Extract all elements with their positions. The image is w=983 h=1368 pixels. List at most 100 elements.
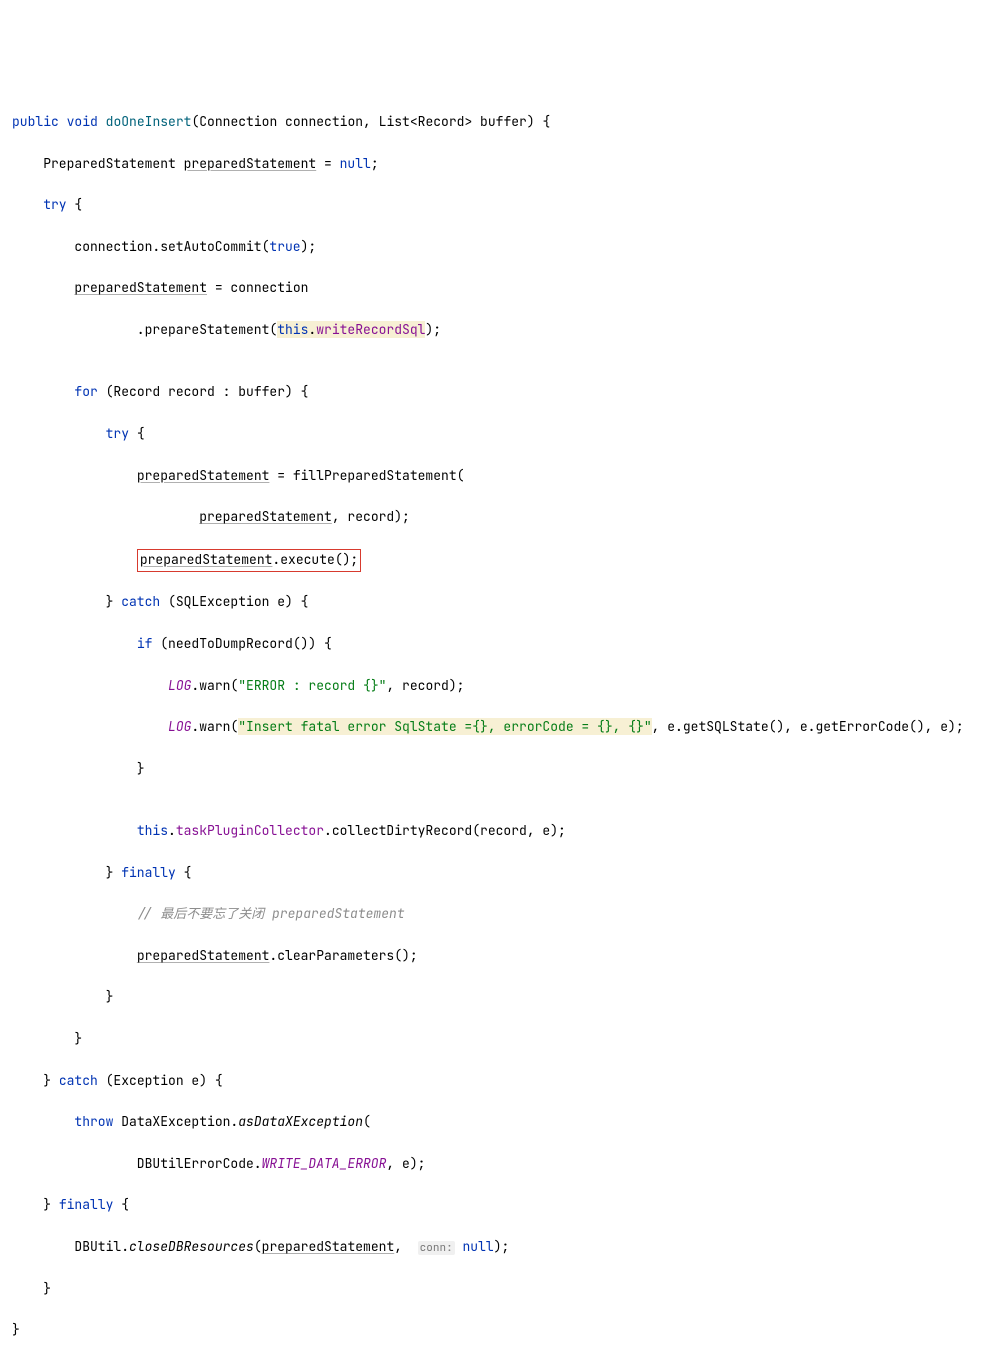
code-editor: public void doOneInsert(Connection conne… xyxy=(12,91,971,1362)
code-text: ( xyxy=(254,1238,262,1255)
code-line: this.taskPluginCollector.collectDirtyRec… xyxy=(12,821,971,842)
code-line: connection.setAutoCommit(true); xyxy=(12,237,971,258)
code-line: } finally { xyxy=(12,1195,971,1216)
code-text: PreparedStatement xyxy=(43,155,183,172)
highlighted-code: preparedStatement.execute(); xyxy=(137,549,361,572)
keyword-try: try xyxy=(43,196,66,213)
code-line: LOG.warn("Insert fatal error SqlState ={… xyxy=(12,717,971,738)
code-line: LOG.warn("ERROR : record {}", record); xyxy=(12,676,971,697)
keyword-catch: catch xyxy=(59,1072,98,1089)
code-text: = connection xyxy=(207,279,308,296)
code-line: preparedStatement, record); xyxy=(12,507,971,528)
code-line: } catch (SQLException e) { xyxy=(12,592,971,613)
keyword-if: if xyxy=(137,635,153,652)
code-text: { xyxy=(113,1196,129,1213)
keyword-try: try xyxy=(106,425,129,442)
code-line: if (needToDumpRecord()) { xyxy=(12,634,971,655)
variable: preparedStatement xyxy=(262,1238,395,1255)
code-text: } xyxy=(12,1321,20,1338)
code-text: } xyxy=(12,1030,82,1047)
code-line: } xyxy=(12,987,971,1008)
keyword-public: public xyxy=(12,113,59,130)
code-text: .execute(); xyxy=(272,551,358,568)
code-line: } xyxy=(12,759,971,780)
string-literal: "Insert fatal error SqlState ={}, errorC… xyxy=(238,718,651,735)
code-line: .prepareStatement(this.writeRecordSql); xyxy=(12,320,971,341)
string-literal: "ERROR : record {}" xyxy=(238,677,386,694)
code-line: preparedStatement = fillPreparedStatemen… xyxy=(12,466,971,487)
variable: preparedStatement xyxy=(137,947,270,964)
keyword-this: this xyxy=(277,321,308,338)
code-line: preparedStatement.clearParameters(); xyxy=(12,946,971,967)
code-text: .warn( xyxy=(191,677,238,694)
code-line: // 最后不要忘了关闭 preparedStatement xyxy=(12,904,971,925)
code-line: DBUtilErrorCode.WRITE_DATA_ERROR, e); xyxy=(12,1154,971,1175)
code-line: } xyxy=(12,1279,971,1300)
keyword-true: true xyxy=(269,238,300,255)
code-text: ); xyxy=(425,321,441,338)
keyword-catch: catch xyxy=(121,593,160,610)
code-text: } xyxy=(12,760,145,777)
method-name: doOneInsert xyxy=(106,113,192,130)
keyword-finally: finally xyxy=(121,864,176,881)
code-text: , e); xyxy=(386,1155,425,1172)
variable: preparedStatement xyxy=(184,155,317,172)
static-field: WRITE_DATA_ERROR xyxy=(262,1155,387,1172)
code-text: { xyxy=(129,425,145,442)
code-text: ); xyxy=(494,1238,510,1255)
keyword-this: this xyxy=(137,822,168,839)
code-text: (Connection connection, List<Record> buf… xyxy=(191,113,550,130)
code-text: .prepareStatement( xyxy=(12,321,277,338)
field-reference: taskPluginCollector xyxy=(176,822,324,839)
code-line: preparedStatement = connection xyxy=(12,278,971,299)
code-text: .clearParameters(); xyxy=(269,947,417,964)
code-text: } xyxy=(12,1280,51,1297)
code-text: = xyxy=(316,155,339,172)
code-line: public void doOneInsert(Connection conne… xyxy=(12,112,971,133)
code-line: PreparedStatement preparedStatement = nu… xyxy=(12,154,971,175)
code-text: DBUtil. xyxy=(12,1238,129,1255)
code-text: { xyxy=(67,196,83,213)
field-reference: writeRecordSql xyxy=(316,321,425,338)
code-line: try { xyxy=(12,195,971,216)
keyword-void: void xyxy=(67,113,98,130)
variable: preparedStatement xyxy=(199,508,332,525)
code-text: , xyxy=(394,1238,410,1255)
code-text: ( xyxy=(363,1113,371,1130)
code-line: preparedStatement.execute(); xyxy=(12,549,971,572)
code-line: throw DataXException.asDataXException( xyxy=(12,1112,971,1133)
code-text: .warn( xyxy=(191,718,238,735)
variable: preparedStatement xyxy=(74,279,207,296)
code-text: .collectDirtyRecord(record, e); xyxy=(324,822,566,839)
keyword-null: null xyxy=(340,155,371,172)
code-line: for (Record record : buffer) { xyxy=(12,382,971,403)
code-line: try { xyxy=(12,424,971,445)
parameter-hint: conn: xyxy=(418,1241,455,1255)
code-line: } xyxy=(12,1320,971,1341)
comment: // 最后不要忘了关闭 preparedStatement xyxy=(137,905,405,922)
code-text: (needToDumpRecord()) { xyxy=(152,635,331,652)
code-line: DBUtil.closeDBResources(preparedStatemen… xyxy=(12,1237,971,1258)
code-text: { xyxy=(176,864,192,881)
code-text: (Exception e) { xyxy=(98,1072,223,1089)
variable: preparedStatement xyxy=(140,551,273,568)
code-text: (SQLException e) { xyxy=(160,593,308,610)
code-text: (Record record : buffer) { xyxy=(98,383,309,400)
keyword-throw: throw xyxy=(74,1113,113,1130)
code-text: , e.getSQLState(), e.getErrorCode(), e); xyxy=(652,718,964,735)
code-text: . xyxy=(168,822,176,839)
static-method: closeDBResources xyxy=(129,1238,254,1255)
keyword-null: null xyxy=(455,1238,494,1255)
code-text: DBUtilErrorCode. xyxy=(12,1155,262,1172)
keyword-finally: finally xyxy=(59,1196,114,1213)
code-text: ); xyxy=(301,238,317,255)
static-field: LOG xyxy=(168,718,191,735)
code-text: , record); xyxy=(332,508,410,525)
code-text: ; xyxy=(371,155,379,172)
code-line: } catch (Exception e) { xyxy=(12,1071,971,1092)
keyword-for: for xyxy=(74,383,97,400)
code-text: connection.setAutoCommit( xyxy=(12,238,269,255)
static-field: LOG xyxy=(168,677,191,694)
code-line: } finally { xyxy=(12,863,971,884)
static-method: asDataXException xyxy=(238,1113,363,1130)
